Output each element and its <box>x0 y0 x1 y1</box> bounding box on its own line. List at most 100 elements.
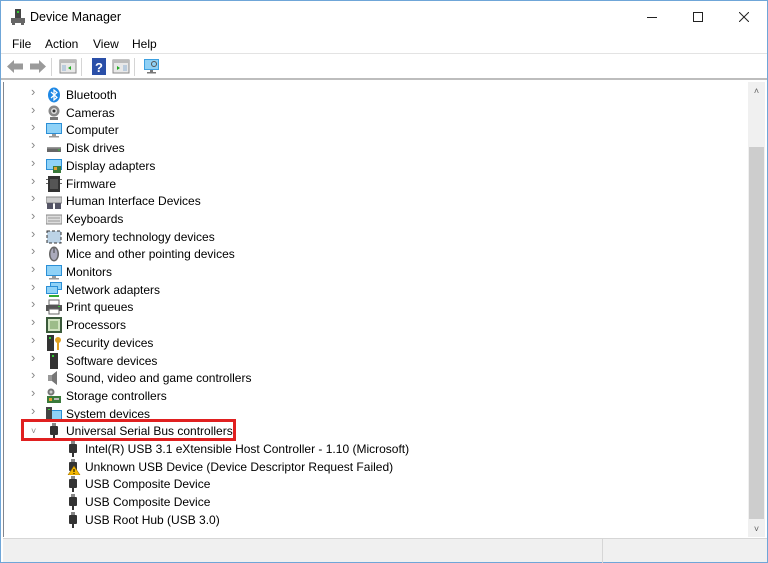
usb-warning-icon <box>65 458 81 475</box>
tree-category[interactable]: › Mice and other pointing devices <box>4 244 704 263</box>
scan-hardware-button[interactable] <box>143 58 161 75</box>
arrow-right-icon <box>30 60 46 73</box>
tree-category[interactable]: › Software devices <box>4 351 704 370</box>
firmware-icon <box>46 175 62 192</box>
hid-icon <box>45 193 63 210</box>
tree-device[interactable]: USB Composite Device <box>4 493 704 511</box>
device-manager-window: Device Manager File Action View Help ? ›… <box>0 0 768 563</box>
tree-category[interactable]: › Monitors <box>4 262 704 281</box>
chevron-right-icon[interactable]: › <box>31 404 39 417</box>
menu-help[interactable]: Help <box>132 37 157 51</box>
help-icon: ? <box>92 58 106 75</box>
tree-category[interactable]: › Human Interface Devices <box>4 191 704 210</box>
camera-icon <box>46 105 62 121</box>
chevron-right-icon[interactable]: › <box>31 120 39 133</box>
menu-action[interactable]: Action <box>45 37 78 51</box>
show-action-pane-button[interactable] <box>112 58 130 75</box>
help-button[interactable]: ? <box>90 58 108 75</box>
usb-icon <box>65 494 81 511</box>
keyboard-icon <box>45 211 63 227</box>
chevron-up-icon: ˄ <box>753 85 760 96</box>
chevron-right-icon[interactable]: › <box>31 138 39 151</box>
title-bar[interactable]: Device Manager <box>1 1 767 33</box>
security-device-icon <box>46 334 62 351</box>
display-adapter-icon <box>46 158 62 174</box>
tree-device[interactable]: Unknown USB Device (Device Descriptor Re… <box>4 458 704 476</box>
storage-controller-icon <box>46 388 62 404</box>
minimize-icon <box>647 17 657 18</box>
toolbar: ? <box>1 54 767 80</box>
scroll-down-button[interactable]: ˅ <box>748 520 765 537</box>
chevron-right-icon[interactable]: › <box>31 174 39 187</box>
tree-category-label: Computer <box>66 123 119 138</box>
close-icon <box>739 12 749 22</box>
tree-device-label: USB Composite Device <box>85 477 211 492</box>
chevron-right-icon[interactable]: › <box>31 280 39 293</box>
menu-bar: File Action View Help <box>1 33 767 54</box>
tree-category[interactable]: › Bluetooth <box>4 85 704 104</box>
tree-category[interactable]: › Memory technology devices <box>4 227 704 246</box>
menu-view[interactable]: View <box>93 37 119 51</box>
scroll-up-button[interactable]: ˄ <box>748 82 765 99</box>
chevron-right-icon[interactable]: › <box>31 351 39 364</box>
scroll-thumb[interactable] <box>749 147 764 519</box>
tree-category-label: Sound, video and game controllers <box>66 371 252 386</box>
tree-category-label: Processors <box>66 318 127 333</box>
tree-category-label: Memory technology devices <box>66 229 215 244</box>
chevron-right-icon[interactable]: › <box>31 227 39 240</box>
chevron-right-icon[interactable]: › <box>31 368 39 381</box>
network-adapter-icon <box>46 281 62 298</box>
toolbar-separator <box>51 58 52 76</box>
toolbar-separator <box>81 58 82 76</box>
tree-device[interactable]: USB Composite Device <box>4 475 704 493</box>
tree-category[interactable]: › Disk drives <box>4 138 704 157</box>
menu-file[interactable]: File <box>12 37 31 51</box>
tree-category-label: Disk drives <box>66 141 125 156</box>
tree-category[interactable]: › Print queues <box>4 297 704 316</box>
chevron-right-icon[interactable]: › <box>31 297 39 310</box>
forward-button[interactable] <box>29 58 47 75</box>
chevron-right-icon[interactable]: › <box>31 85 39 98</box>
chevron-right-icon[interactable]: › <box>31 262 39 275</box>
tree-category[interactable]: › Sound, video and game controllers <box>4 368 704 387</box>
show-hide-console-tree-button[interactable] <box>59 58 77 75</box>
tree-category-label: Bluetooth <box>66 88 117 102</box>
minimize-button[interactable] <box>629 1 675 33</box>
computer-icon <box>46 122 62 138</box>
monitor-scan-icon <box>144 59 159 74</box>
arrow-left-icon <box>7 60 23 73</box>
toolbar-separator <box>134 58 135 76</box>
tree-category[interactable]: › Keyboards <box>4 209 704 228</box>
chevron-right-icon[interactable]: › <box>31 209 39 222</box>
disk-drive-icon <box>46 140 62 156</box>
console-tree-icon <box>59 59 77 74</box>
tree-category[interactable]: › Cameras <box>4 103 704 122</box>
tree-category[interactable]: › Processors <box>4 315 704 334</box>
chevron-right-icon[interactable]: › <box>31 156 39 169</box>
chevron-right-icon[interactable]: › <box>31 386 39 399</box>
vertical-scrollbar[interactable]: ˄ ˅ <box>748 82 765 537</box>
tree-category[interactable]: › Storage controllers <box>4 386 704 405</box>
chevron-right-icon[interactable]: › <box>31 315 39 328</box>
tree-category-label: Security devices <box>66 335 154 350</box>
svg-text:?: ? <box>95 60 103 75</box>
chevron-right-icon[interactable]: › <box>31 103 39 116</box>
device-tree[interactable]: › Bluetooth › Cameras › Computer › Disk drives ›… <box>3 82 748 537</box>
close-button[interactable] <box>721 1 767 33</box>
tree-category[interactable]: › Network adapters <box>4 280 704 299</box>
tree-device[interactable]: Intel(R) USB 3.1 eXtensible Host Control… <box>4 440 704 458</box>
back-button[interactable] <box>6 58 24 75</box>
window-title: Device Manager <box>30 10 122 24</box>
tree-device-label: Intel(R) USB 3.1 eXtensible Host Control… <box>85 442 410 456</box>
tree-category[interactable]: › Security devices <box>4 333 704 352</box>
chevron-right-icon[interactable]: › <box>31 191 39 204</box>
maximize-button[interactable] <box>675 1 721 33</box>
chevron-right-icon[interactable]: › <box>31 244 39 257</box>
tree-category[interactable]: › Computer <box>4 120 704 139</box>
tree-category[interactable]: › Firmware <box>4 174 704 193</box>
chevron-right-icon[interactable]: › <box>31 333 39 346</box>
usb-icon <box>65 441 81 457</box>
tree-device[interactable]: USB Root Hub (USB 3.0) <box>4 511 704 529</box>
tree-category[interactable]: › Display adapters <box>4 156 704 175</box>
processor-icon <box>46 317 62 334</box>
